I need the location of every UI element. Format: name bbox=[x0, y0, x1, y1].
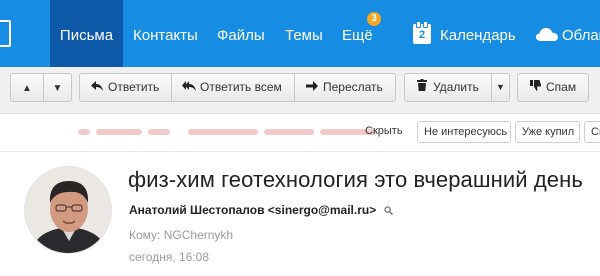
nav-item-calendar[interactable]: Календарь bbox=[440, 0, 516, 67]
blurred-ad-line bbox=[78, 126, 376, 138]
delete-options-button[interactable]: ▼ bbox=[491, 73, 510, 102]
already-bought-button[interactable]: Уже купил bbox=[515, 121, 580, 143]
arrow-down-icon: ▼ bbox=[52, 83, 63, 94]
recipient-name[interactable]: NGChernykh bbox=[164, 228, 233, 242]
calendar-day: 2 bbox=[418, 29, 426, 41]
reply-button[interactable]: Ответить bbox=[79, 73, 172, 102]
nav-item-files[interactable]: Файлы bbox=[217, 0, 265, 67]
calendar-icon[interactable]: 2 bbox=[413, 21, 431, 44]
sender-name[interactable]: Анатолий Шестопалов bbox=[129, 203, 264, 217]
reply-all-button[interactable]: Ответить всем bbox=[171, 73, 295, 102]
previous-message-button[interactable]: ▲ bbox=[10, 73, 44, 102]
nav-item-letters[interactable]: Письма bbox=[50, 0, 123, 67]
message-toolbar: ▲ ▼ Ответить Ответить всем Переслать Уда… bbox=[0, 67, 600, 114]
delete-label: Удалить bbox=[433, 80, 479, 94]
nav-item-more[interactable]: Ещё bbox=[342, 0, 373, 67]
reply-all-label: Ответить всем bbox=[200, 80, 282, 94]
top-navigation: Письма Контакты Файлы Темы Ещё 3 2 Кален… bbox=[0, 0, 600, 67]
thumbs-down-icon bbox=[528, 75, 542, 101]
spam-button[interactable]: Спам bbox=[517, 73, 589, 102]
forward-icon bbox=[305, 75, 319, 101]
cloud-icon[interactable] bbox=[536, 28, 558, 41]
not-interested-button[interactable]: Не интересуюсь bbox=[417, 121, 511, 143]
more-badge: 3 bbox=[367, 12, 381, 26]
reply-icon bbox=[90, 75, 104, 101]
message-subject: физ-хим геотехнология это вчерашний день bbox=[128, 167, 583, 192]
recipient-row: Кому: NGChernykh bbox=[129, 228, 233, 242]
nav-item-cloud[interactable]: Облако bbox=[562, 0, 600, 67]
reply-label: Ответить bbox=[108, 80, 160, 94]
feedback-strip: Скрыть Не интересуюсь Уже купил Спам bbox=[0, 114, 600, 152]
spam-chip-button[interactable]: Спам bbox=[584, 121, 600, 143]
sender-email[interactable]: <sinergo@mail.ru> bbox=[268, 203, 376, 217]
sender-row: Анатолий Шестопалов <sinergo@mail.ru> bbox=[129, 203, 393, 218]
delete-button[interactable]: Удалить bbox=[404, 73, 492, 102]
trash-icon bbox=[415, 75, 429, 101]
sender-photo bbox=[25, 167, 111, 253]
message-date: сегодня, 16:08 bbox=[129, 250, 210, 264]
hide-link[interactable]: Скрыть bbox=[365, 125, 403, 137]
next-message-button[interactable]: ▼ bbox=[43, 73, 72, 102]
forward-label: Переслать bbox=[323, 80, 383, 94]
spam-label: Спам bbox=[546, 80, 577, 94]
avatar[interactable] bbox=[24, 166, 112, 254]
reply-all-icon bbox=[182, 75, 196, 101]
forward-button[interactable]: Переслать bbox=[294, 73, 396, 102]
to-label: Кому: bbox=[129, 228, 161, 242]
nav-item-themes[interactable]: Темы bbox=[285, 0, 323, 67]
search-icon[interactable] bbox=[383, 204, 393, 218]
compose-button-edge[interactable] bbox=[0, 20, 11, 47]
nav-item-contacts[interactable]: Контакты bbox=[133, 0, 198, 67]
chevron-down-icon: ▼ bbox=[496, 82, 505, 92]
arrow-up-icon: ▲ bbox=[22, 83, 32, 94]
